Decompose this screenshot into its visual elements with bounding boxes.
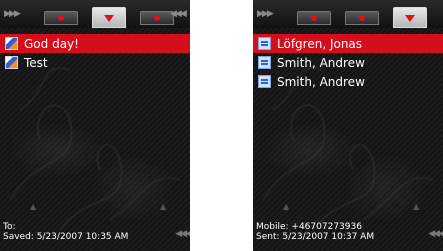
tab-1[interactable] bbox=[44, 11, 78, 25]
tab-bar: ▶▶▶ bbox=[253, 0, 443, 28]
contact-list: Löfgren, Jonas Smith, Andrew Smith, Andr… bbox=[253, 34, 443, 91]
scroll-up-icon: ▲ bbox=[413, 202, 420, 211]
tab-2-active[interactable] bbox=[92, 7, 126, 28]
scroll-up-icon: ▲ bbox=[30, 202, 37, 211]
contact-icon bbox=[258, 56, 271, 69]
list-item[interactable]: God day! bbox=[0, 34, 190, 53]
saved-timestamp: Saved: 5/23/2007 10:35 AM bbox=[3, 232, 129, 242]
tab-3-active[interactable] bbox=[393, 7, 427, 28]
triangle-down-icon bbox=[104, 14, 114, 22]
list-item-label: Test bbox=[24, 55, 48, 70]
list-item-label: God day! bbox=[24, 36, 79, 51]
tab-2[interactable] bbox=[345, 11, 379, 25]
scroll-left-icon[interactable]: ▶▶▶ bbox=[257, 9, 274, 19]
list-item[interactable]: Smith, Andrew bbox=[253, 72, 443, 91]
tab-bar: ▶▶▶ ◀◀◀ bbox=[0, 0, 190, 28]
scroll-up-icon: ▲ bbox=[160, 202, 167, 211]
list-item-label: Smith, Andrew bbox=[277, 55, 365, 70]
scroll-back-icon[interactable]: ◀◀◀ bbox=[175, 229, 190, 239]
triangle-down-icon bbox=[405, 14, 415, 22]
dot-icon bbox=[58, 15, 64, 21]
list-item[interactable]: Smith, Andrew bbox=[253, 53, 443, 72]
tab-1[interactable] bbox=[297, 11, 331, 25]
tab-3[interactable] bbox=[140, 11, 174, 25]
message-list: God day! Test bbox=[0, 34, 190, 72]
message-icon bbox=[5, 56, 18, 69]
list-item[interactable]: Test bbox=[0, 53, 190, 72]
recipient-label: To: bbox=[3, 222, 16, 232]
scroll-right-icon[interactable]: ◀◀◀ bbox=[170, 9, 187, 19]
message-icon bbox=[5, 37, 18, 50]
list-item-label: Smith, Andrew bbox=[277, 74, 365, 89]
dot-icon bbox=[311, 15, 317, 21]
contact-icon bbox=[258, 37, 271, 50]
list-item-label: Löfgren, Jonas bbox=[277, 36, 363, 51]
scroll-up-icon: ▲ bbox=[283, 202, 290, 211]
dot-icon bbox=[359, 15, 365, 21]
dot-icon bbox=[154, 15, 160, 21]
contact-icon bbox=[258, 75, 271, 88]
message-details: To: Saved: 5/23/2007 10:35 AM bbox=[3, 222, 128, 242]
sent-timestamp: Sent: 5/23/2007 10:37 AM bbox=[256, 232, 375, 242]
list-item[interactable]: Löfgren, Jonas bbox=[253, 34, 443, 53]
scroll-back-icon[interactable]: ◀◀◀ bbox=[428, 229, 443, 239]
messages-screen: ▶▶▶ ◀◀◀ God day! Test ▲ ▲ ◀◀◀ To: Saved:… bbox=[0, 0, 190, 251]
contacts-screen: ▶▶▶ Löfgren, Jonas Smith, Andrew Smith, … bbox=[253, 0, 443, 251]
mobile-number: Mobile: +46707273936 bbox=[256, 222, 362, 232]
contact-details: Mobile: +46707273936 Sent: 5/23/2007 10:… bbox=[256, 222, 374, 242]
scroll-left-icon[interactable]: ▶▶▶ bbox=[4, 9, 21, 19]
